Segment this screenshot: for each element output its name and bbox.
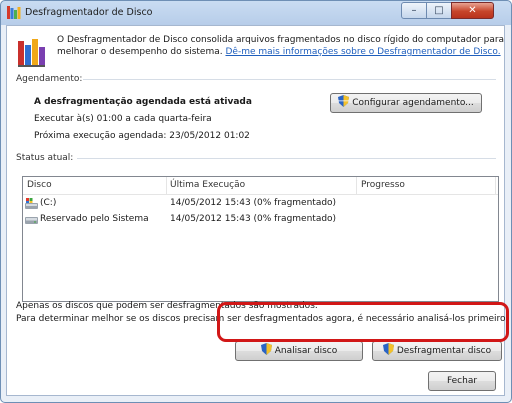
shield-icon [260,343,272,355]
column-disk[interactable]: Disco [27,180,52,190]
status-divider [77,158,496,159]
intro-text: O Desfragmentador de Disco consolida arq… [57,34,504,58]
defrag-app-icon [18,39,45,67]
highlight-annotation [217,302,509,342]
column-progress[interactable]: Progresso [361,180,405,190]
disk-list[interactable]: Disco Última Execução Progresso (C:) 14/… [22,176,499,302]
close-button[interactable]: Fechar [428,371,496,391]
more-info-link[interactable]: Dê-me mais informações sobre o Desfragme… [225,47,500,57]
disk-list-header: Disco Última Execução Progresso [23,177,498,195]
disk-name: Reservado pelo Sistema [40,214,149,224]
configure-schedule-button[interactable]: Configurar agendamento... [330,93,482,113]
close-window-button[interactable]: ✕ [451,2,494,19]
window-title: Desfragmentador de Disco [25,7,153,18]
status-heading: Status atual: [16,153,74,163]
title-bar[interactable]: Desfragmentador de Disco – □ ✕ [1,1,511,25]
defragment-disk-button[interactable]: Desfragmentar disco [372,341,502,361]
disk-last-run: 14/05/2012 15:43 (0% fragmentado) [170,198,337,208]
column-separator [356,177,357,194]
disk-last-run: 14/05/2012 15:43 (0% fragmentado) [170,214,337,224]
intro-line-1: O Desfragmentador de Disco consolida arq… [57,35,505,45]
column-separator [495,177,496,194]
schedule-status: A desfragmentação agendada está ativada [34,97,252,107]
schedule-divider [83,79,496,80]
defrag-window: Desfragmentador de Disco – □ ✕ O Desfrag… [0,0,512,403]
defrag-app-icon [7,6,21,19]
intro-line-2: melhorar o desempenho do sistema. Dê-me … [57,47,501,57]
schedule-heading: Agendamento: [16,74,83,84]
maximize-button[interactable]: □ [426,2,452,19]
shield-icon [338,95,350,107]
drive-c-icon [25,198,38,209]
disk-row-c[interactable]: (C:) 14/05/2012 15:43 (0% fragmentado) [23,196,498,212]
schedule-run: Executar à(s) 01:00 a cada quarta-feira [34,114,212,124]
column-separator [166,177,167,194]
minimize-button[interactable]: – [401,2,427,19]
analyze-disk-button[interactable]: Analisar disco [235,341,363,361]
disk-row-reserved[interactable]: Reservado pelo Sistema 14/05/2012 15:43 … [23,212,498,228]
column-last-run[interactable]: Última Execução [170,180,245,190]
disk-name: (C:) [40,198,57,208]
shield-icon [382,343,394,355]
drive-reserved-icon [25,217,38,224]
schedule-next: Próxima execução agendada: 23/05/2012 01… [34,131,250,141]
